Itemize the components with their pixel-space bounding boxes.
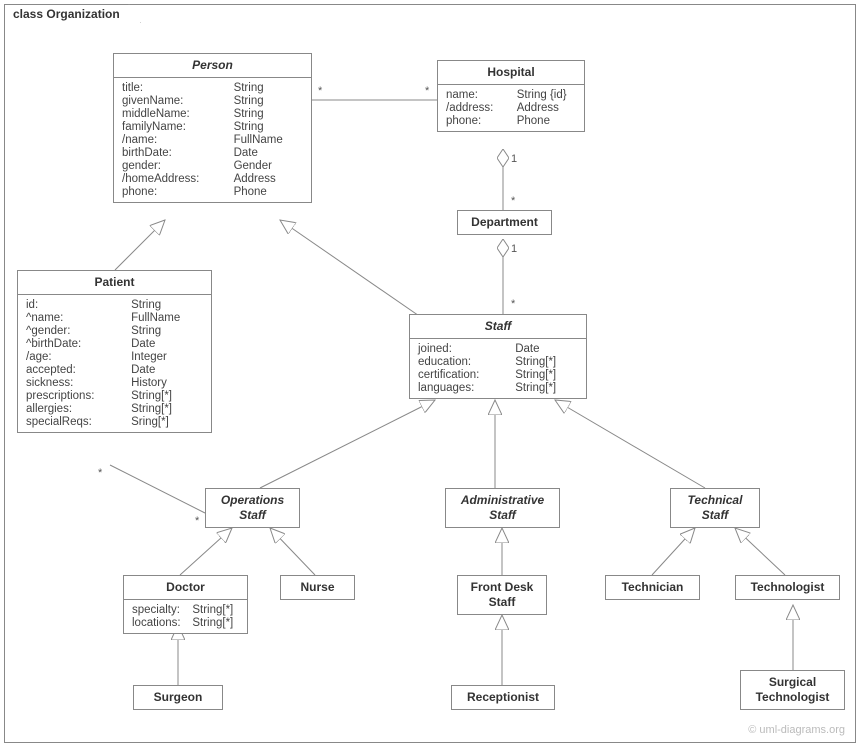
- class-title: Surgeon: [134, 686, 222, 709]
- multiplicity: *: [195, 515, 199, 527]
- class-attrs: title:String givenName:String middleName…: [114, 78, 311, 202]
- class-title: Doctor: [124, 576, 247, 600]
- class-title: Nurse: [281, 576, 354, 599]
- watermark: © uml-diagrams.org: [748, 724, 845, 736]
- class-technician: Technician: [605, 575, 700, 600]
- class-title: Operations Staff: [206, 489, 299, 527]
- class-title: Technical Staff: [671, 489, 759, 527]
- class-title: Patient: [18, 271, 211, 295]
- class-attrs: name:String {id} /address:Address phone:…: [438, 85, 584, 131]
- class-operations-staff: Operations Staff: [205, 488, 300, 528]
- class-technical-staff: Technical Staff: [670, 488, 760, 528]
- multiplicity: *: [425, 85, 429, 97]
- class-front-desk-staff: Front Desk Staff: [457, 575, 547, 615]
- class-hospital: Hospital name:String {id} /address:Addre…: [437, 60, 585, 132]
- class-administrative-staff: Administrative Staff: [445, 488, 560, 528]
- multiplicity: *: [511, 298, 515, 310]
- class-title: Technologist: [736, 576, 839, 599]
- diagram-frame: class Organization: [4, 4, 856, 743]
- frame-title: class Organization: [4, 4, 141, 23]
- class-doctor: Doctor specialty:String[*] locations:Str…: [123, 575, 248, 634]
- class-title: Staff: [410, 315, 586, 339]
- class-department: Department: [457, 210, 552, 235]
- class-attrs: joined:Date education:String[*] certific…: [410, 339, 586, 398]
- class-attrs: id:String ^name:FullName ^gender:String …: [18, 295, 211, 432]
- class-title: Front Desk Staff: [458, 576, 546, 614]
- multiplicity: *: [318, 85, 322, 97]
- class-surgical-technologist: Surgical Technologist: [740, 670, 845, 710]
- class-receptionist: Receptionist: [451, 685, 555, 710]
- class-staff: Staff joined:Date education:String[*] ce…: [409, 314, 587, 399]
- class-surgeon: Surgeon: [133, 685, 223, 710]
- class-title: Surgical Technologist: [741, 671, 844, 709]
- class-title: Person: [114, 54, 311, 78]
- class-person: Person title:String givenName:String mid…: [113, 53, 312, 203]
- multiplicity: *: [511, 195, 515, 207]
- multiplicity: *: [98, 467, 102, 479]
- class-nurse: Nurse: [280, 575, 355, 600]
- class-title: Hospital: [438, 61, 584, 85]
- class-title: Department: [458, 211, 551, 234]
- class-patient: Patient id:String ^name:FullName ^gender…: [17, 270, 212, 433]
- class-title: Technician: [606, 576, 699, 599]
- class-title: Receptionist: [452, 686, 554, 709]
- multiplicity: 1: [511, 153, 517, 165]
- class-title: Administrative Staff: [446, 489, 559, 527]
- class-attrs: specialty:String[*] locations:String[*]: [124, 600, 247, 633]
- multiplicity: 1: [511, 243, 517, 255]
- class-technologist: Technologist: [735, 575, 840, 600]
